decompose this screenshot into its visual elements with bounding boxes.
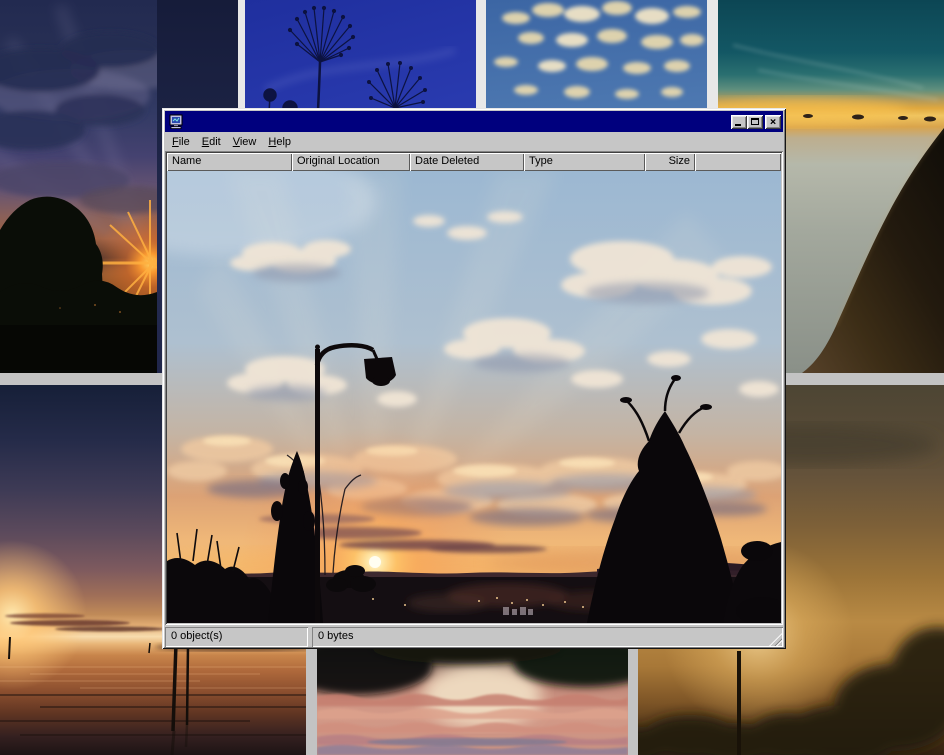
wispy-cloud: [265, 50, 455, 90]
column-header-type[interactable]: Type: [524, 153, 645, 171]
computer-icon: [168, 114, 184, 130]
resize-grip[interactable]: [769, 633, 782, 646]
sun: [369, 556, 381, 568]
blue-streak: [367, 738, 567, 746]
column-header-original-location[interactable]: Original Location: [292, 153, 410, 171]
status-bar: 0 object(s) 0 bytes: [165, 627, 783, 647]
maximize-button[interactable]: [747, 115, 763, 129]
dark-clouds: [0, 32, 157, 214]
status-size: 0 bytes: [312, 627, 783, 647]
recycle-bin-window: × File Edit View Help Name Original Loca…: [162, 108, 786, 649]
minimize-button[interactable]: [731, 115, 747, 129]
menu-item-help[interactable]: Help: [262, 134, 297, 150]
column-header-row: Name Original Location Date Deleted Type…: [167, 153, 781, 171]
column-header-date-deleted[interactable]: Date Deleted: [410, 153, 524, 171]
column-header-name[interactable]: Name: [167, 153, 292, 171]
wispy-streaks: [733, 45, 938, 100]
menu-item-file[interactable]: File: [166, 134, 196, 150]
status-object-count: 0 object(s): [165, 627, 308, 647]
wallpaper-tile-sunset-rays: [0, 0, 157, 373]
window-titlebar[interactable]: ×: [165, 111, 783, 132]
close-button[interactable]: ×: [765, 115, 781, 129]
minimize-icon: [735, 124, 741, 126]
column-header-size[interactable]: Size: [645, 153, 695, 171]
desktop: × File Edit View Help Name Original Loca…: [0, 0, 944, 755]
pole-silhouette: [737, 651, 741, 755]
column-header-blank[interactable]: [695, 153, 781, 171]
water-dark-streaks: [0, 695, 306, 735]
menu-bar: File Edit View Help: [165, 132, 783, 151]
menu-item-view[interactable]: View: [227, 134, 263, 150]
list-view-area-sunset-photo[interactable]: [167, 171, 781, 623]
menu-item-edit[interactable]: Edit: [196, 134, 227, 150]
list-view-frame: Name Original Location Date Deleted Type…: [165, 151, 783, 625]
maximize-icon: [751, 118, 759, 125]
close-icon: ×: [770, 117, 777, 127]
mountain-silhouette: [802, 128, 944, 373]
